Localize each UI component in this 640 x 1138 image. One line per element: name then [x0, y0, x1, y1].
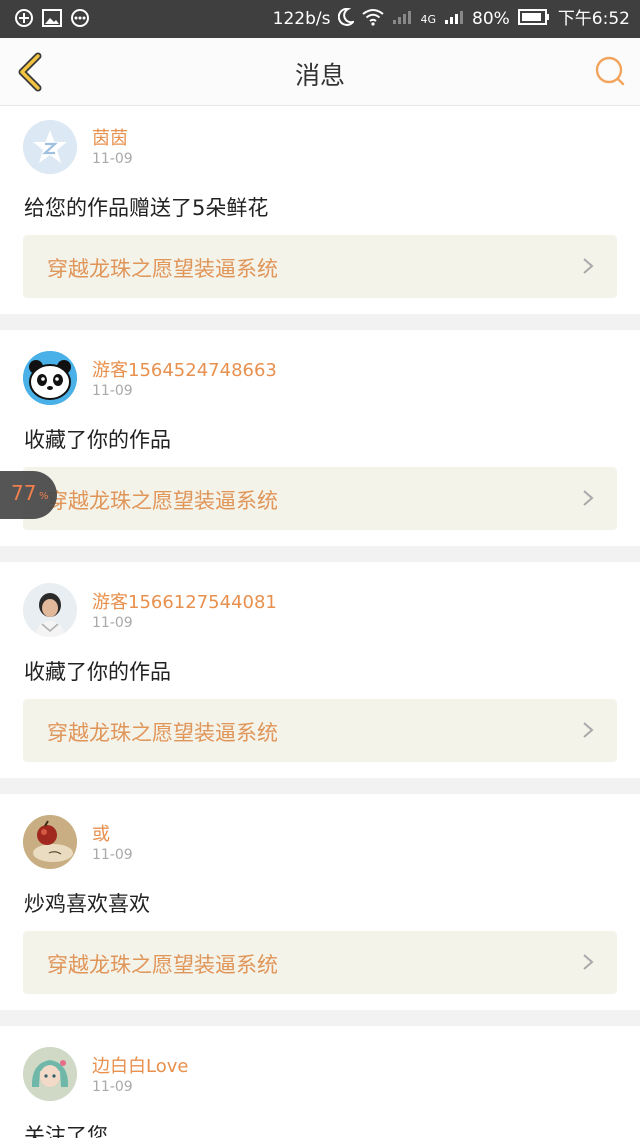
avatar[interactable]	[23, 815, 77, 869]
net-speed: 122b/s	[272, 9, 331, 29]
chevron-right-icon	[583, 722, 594, 738]
username[interactable]: 茵茵	[92, 124, 128, 150]
message-text: 收藏了你的作品	[24, 428, 171, 452]
work-link[interactable]: 穿越龙珠之愿望装逼系统	[23, 699, 617, 762]
qzone-star-icon	[23, 120, 77, 174]
message-date: 11-09	[92, 847, 133, 863]
apple-photo-icon	[23, 815, 77, 869]
wifi-icon	[362, 8, 385, 31]
anime-girl-avatar-icon	[23, 1047, 77, 1101]
panda-avatar-icon	[23, 351, 77, 405]
work-title: 穿越龙珠之愿望装逼系统	[47, 489, 278, 513]
work-title: 穿越龙珠之愿望装逼系统	[47, 721, 278, 745]
chevron-right-icon	[583, 490, 594, 506]
message-text: 炒鸡喜欢喜欢	[24, 892, 150, 916]
work-link[interactable]: 穿越龙珠之愿望装逼系统	[23, 931, 617, 994]
work-link[interactable]: 穿越龙珠之愿望装逼系统	[23, 235, 617, 298]
chevron-right-icon	[583, 954, 594, 970]
message-card: 或 11-09 炒鸡喜欢喜欢 穿越龙珠之愿望装逼系统	[0, 794, 640, 1010]
signal-icon-2	[444, 9, 464, 30]
message-date: 11-09	[92, 383, 133, 399]
chevron-right-icon	[583, 258, 594, 274]
message-date: 11-09	[92, 615, 133, 631]
search-button[interactable]	[592, 53, 628, 89]
search-icon	[595, 56, 625, 86]
nav-header: 消息	[0, 38, 640, 106]
message-card: 游客1566127544081 11-09 收藏了你的作品 穿越龙珠之愿望装逼系…	[0, 562, 640, 778]
page-title: 消息	[294, 61, 345, 90]
message-text: 收藏了你的作品	[24, 660, 171, 684]
message-card: 边白白Love 11-09 关注了您	[0, 1026, 640, 1138]
moon-icon	[338, 7, 357, 31]
app-notification-icon	[14, 8, 34, 28]
username[interactable]: 游客1566127544081	[92, 588, 277, 614]
message-text: 给您的作品赠送了5朵鲜花	[24, 196, 269, 220]
avatar[interactable]	[23, 120, 77, 174]
message-card: 茵茵 11-09 给您的作品赠送了5朵鲜花 穿越龙珠之愿望装逼系统	[0, 106, 640, 314]
network-type: 4G	[420, 12, 437, 26]
avatar[interactable]	[23, 1047, 77, 1101]
battery-icon	[517, 8, 550, 30]
clock: 下午6:52	[557, 9, 630, 29]
image-notification-icon	[42, 8, 62, 28]
avatar[interactable]	[23, 583, 77, 637]
floating-speed-ball[interactable]: 77 %	[0, 471, 57, 519]
username[interactable]: 或	[92, 820, 110, 846]
avatar[interactable]	[23, 351, 77, 405]
work-title: 穿越龙珠之愿望装逼系统	[47, 953, 278, 977]
status-bar: 122b/s 4G 80% 下午6:52	[0, 0, 640, 38]
user-photo-icon	[23, 583, 77, 637]
message-text: 关注了您	[24, 1124, 108, 1138]
username[interactable]: 游客1564524748663	[92, 356, 277, 382]
message-date: 11-09	[92, 151, 133, 167]
float-badge-value: 77	[11, 481, 37, 505]
message-card: 游客1564524748663 11-09 收藏了你的作品 穿越龙珠之愿望装逼系…	[0, 330, 640, 546]
more-notification-icon	[70, 8, 90, 28]
float-badge-unit: %	[39, 491, 49, 502]
work-title: 穿越龙珠之愿望装逼系统	[47, 257, 278, 281]
battery-percent: 80%	[472, 9, 510, 29]
username[interactable]: 边白白Love	[92, 1052, 188, 1078]
message-date: 11-09	[92, 1079, 133, 1095]
signal-icon-1	[392, 9, 412, 30]
work-link[interactable]: 穿越龙珠之愿望装逼系统	[23, 467, 617, 530]
